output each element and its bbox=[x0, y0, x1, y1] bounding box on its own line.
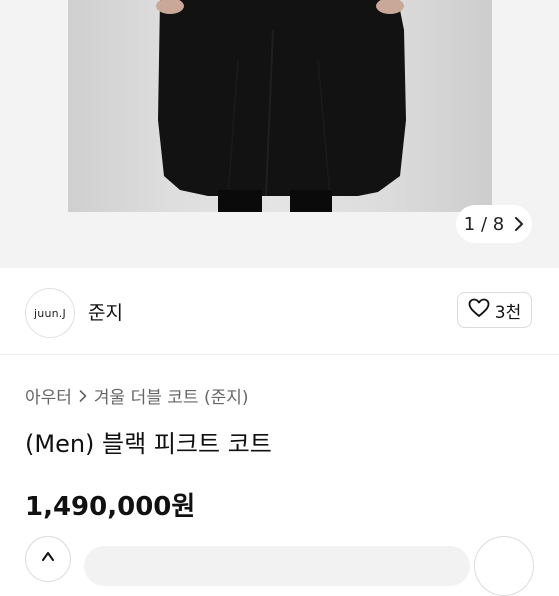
bottom-round-button[interactable] bbox=[474, 536, 534, 596]
seller-row: juun.J 준지 3천 bbox=[0, 268, 559, 354]
like-count: 3천 bbox=[494, 302, 522, 323]
arrow-up-icon bbox=[41, 547, 55, 566]
section-divider bbox=[0, 354, 559, 355]
product-photo[interactable] bbox=[68, 0, 492, 212]
heart-outline-icon bbox=[468, 298, 490, 323]
counter-total: 8 bbox=[492, 213, 505, 235]
seller-name[interactable]: 준지 bbox=[88, 298, 123, 325]
seller-avatar[interactable]: juun.J bbox=[25, 288, 75, 338]
bottom-action-bar[interactable] bbox=[84, 546, 470, 586]
product-image-gallery[interactable]: 1 / 8 bbox=[0, 0, 559, 268]
image-counter-text: 1 / 8 bbox=[464, 214, 504, 235]
chevron-right-icon bbox=[79, 389, 87, 402]
chevron-right-icon[interactable] bbox=[514, 217, 524, 231]
breadcrumb-category[interactable]: 아우터 bbox=[25, 383, 72, 408]
coat-photo-illustration bbox=[156, 0, 406, 212]
product-title: (Men) 블랙 피크트 코트 bbox=[25, 430, 272, 458]
avatar-logo-text: juun.J bbox=[34, 306, 66, 320]
breadcrumb: 아우터 겨울 더블 코트 (준지) bbox=[25, 383, 249, 408]
breadcrumb-subcategory[interactable]: 겨울 더블 코트 (준지) bbox=[94, 383, 249, 408]
counter-current: 1 bbox=[463, 213, 476, 235]
counter-separator: / bbox=[480, 213, 488, 235]
like-button[interactable]: 3천 bbox=[457, 292, 532, 328]
scroll-top-button[interactable] bbox=[25, 536, 71, 582]
product-price: 1,490,000원 bbox=[25, 492, 196, 522]
image-counter[interactable]: 1 / 8 bbox=[456, 205, 532, 243]
